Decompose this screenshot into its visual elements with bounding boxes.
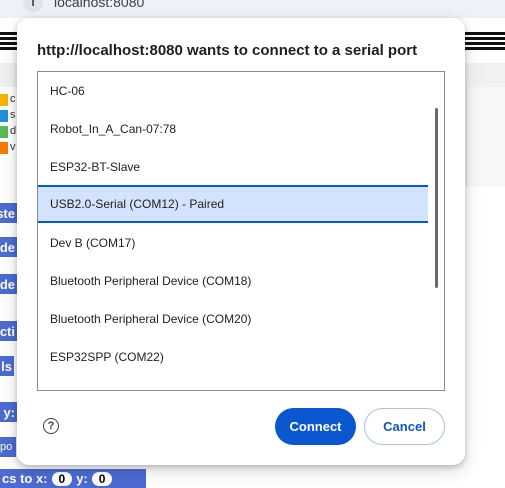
port-item[interactable]: ESP32-BT-Slave	[38, 148, 428, 186]
code-block-small[interactable]: po	[0, 437, 16, 457]
scrollbar[interactable]	[429, 72, 444, 390]
code-block[interactable]: ste	[0, 203, 17, 223]
code-block[interactable]: cti	[0, 321, 17, 341]
port-item[interactable]: Bluetooth Peripheral Device (COM18)	[38, 262, 428, 300]
scrollbar-thumb[interactable]	[435, 108, 438, 288]
port-item[interactable]: Dev B (COM17)	[38, 224, 428, 262]
address-text: localhost:8080	[54, 0, 145, 10]
x-value-input[interactable]: 0	[51, 471, 73, 486]
legend-swatch	[0, 110, 8, 122]
port-item[interactable]: HC-06	[38, 72, 428, 110]
legend-letter: d	[10, 125, 17, 137]
info-icon[interactable]: i	[23, 0, 43, 12]
code-block[interactable]: de	[0, 237, 17, 257]
dialog-title: http://localhost:8080 wants to connect t…	[37, 42, 418, 59]
block-y-label: y:	[76, 471, 88, 486]
cancel-button[interactable]: Cancel	[364, 408, 445, 445]
legend-swatch	[0, 126, 8, 138]
port-item[interactable]: Bluetooth Peripheral Device (COM20)	[38, 300, 428, 338]
code-block[interactable]: de	[0, 274, 17, 294]
port-item[interactable]: USB2.0-Serial (COM12) - Paired	[38, 185, 428, 223]
code-block[interactable]: y:	[0, 402, 17, 422]
help-circle-icon[interactable]: ?	[43, 418, 59, 434]
serial-port-dialog: http://localhost:8080 wants to connect t…	[17, 18, 465, 465]
code-block[interactable]: ls	[0, 356, 14, 376]
code-block-move[interactable]: cs to x: 0 y: 0	[0, 469, 146, 488]
block-label: cs to x:	[2, 471, 48, 486]
legend-swatch	[0, 94, 8, 106]
port-item[interactable]: Robot_In_A_Can-07:78	[38, 110, 428, 148]
port-item[interactable]: ESP32SPP (COM22)	[38, 338, 428, 376]
port-list[interactable]: ESP32SPP (COM22) Bluetooth Peripheral Dev…	[37, 71, 445, 391]
legend-swatch	[0, 142, 8, 154]
background-side-panel	[466, 87, 505, 187]
legend-letter: v	[10, 141, 16, 153]
legend-letter: c	[10, 93, 16, 105]
connect-button[interactable]: Connect	[275, 408, 356, 445]
address-bar[interactable]: i localhost:8080	[0, 0, 505, 18]
y-value-input[interactable]: 0	[91, 471, 113, 486]
legend-letter: s	[10, 109, 16, 121]
